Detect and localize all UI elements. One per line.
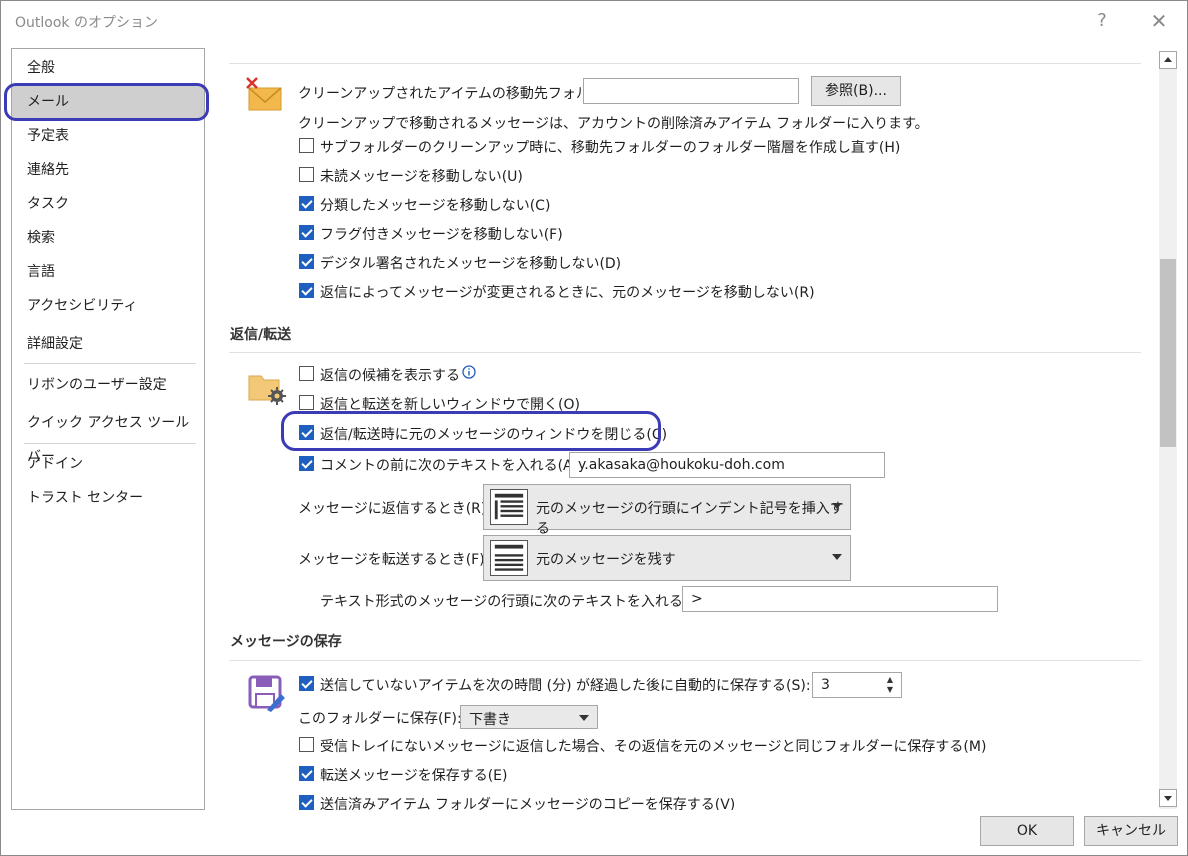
option-label: コメントの前に次のテキストを入れる(A): (320, 458, 583, 474)
comment-prefix-input[interactable]: y.akasaka@houkoku-doh.com (569, 452, 885, 478)
option-label: 分類したメッセージを移動しない(C) (320, 198, 551, 214)
checkbox-save-forwarded[interactable] (299, 766, 314, 781)
indent-marker-icon (490, 489, 528, 525)
checkbox-prefix-comments[interactable] (299, 456, 314, 471)
chevron-down-icon (832, 503, 842, 509)
sidebar-item-calendar[interactable]: 予定表 (12, 119, 204, 153)
browse-button[interactable]: 参照(B)... (811, 76, 901, 106)
checkbox-skip-categorized[interactable] (299, 196, 314, 211)
reply-mode-value: 元のメッセージの行頭にインデント記号を挿入する (536, 501, 844, 537)
save-disk-icon (248, 675, 285, 712)
prefix-text-label: テキスト形式のメッセージの行頭に次のテキストを入れる(P): (320, 594, 707, 610)
forward-mode-select[interactable]: 元のメッセージを残す (483, 535, 851, 581)
sidebar-item-language[interactable]: 言語 (12, 255, 204, 289)
checkbox-skip-flagged[interactable] (299, 225, 314, 240)
scroll-down-icon[interactable] (1159, 789, 1177, 807)
folder-gear-icon (248, 375, 286, 405)
sidebar-item-quick-access-toolbar[interactable]: クイック アクセス ツール バー (12, 406, 204, 465)
autosave-label: 送信していないアイテムを次の時間 (分) が経過した後に自動的に保存する(S): (320, 678, 811, 694)
mail-options-panel: クリーンアップされたアイテムの移動先フォルダー: 参照(B)... クリーンアッ… (213, 48, 1157, 810)
save-folder-value: 下書き (469, 712, 511, 728)
section-divider (229, 352, 1141, 353)
option-label: 転送メッセージを保存する(E) (320, 768, 508, 784)
cleanup-envelope-icon (246, 77, 282, 111)
option-label: 送信済みアイテム フォルダーにメッセージのコピーを保存する(V) (320, 797, 736, 810)
scroll-up-icon[interactable] (1159, 51, 1177, 69)
cleanup-note: クリーンアップで移動されるメッセージは、アカウントの削除済みアイテム フォルダー… (298, 116, 929, 132)
section-heading-save-messages: メッセージの保存 (230, 634, 342, 650)
category-sidebar: 全般 メール 予定表 連絡先 タスク 検索 言語 アクセシビリティ 詳細設定 リ… (4, 48, 209, 810)
sidebar-item-tasks[interactable]: タスク (12, 187, 204, 221)
sidebar-item-contacts[interactable]: 連絡先 (12, 153, 204, 187)
sidebar-item-trust-center[interactable]: トラスト センター (12, 481, 204, 515)
options-dialog: Outlook のオプション ? ✕ 全般 メール 予定表 連絡先 タスク 検索… (0, 0, 1188, 856)
save-folder-label: このフォルダーに保存(F): (298, 711, 462, 727)
spin-down-icon[interactable]: ▼ (887, 685, 893, 694)
chevron-down-icon (579, 715, 589, 721)
checkbox-skip-modified-originals[interactable] (299, 283, 314, 298)
option-label: フラグ付きメッセージを移動しない(F) (320, 227, 563, 243)
option-label: 返信によってメッセージが変更されるときに、元のメッセージを移動しない(R) (320, 285, 815, 301)
option-label: 受信トレイにないメッセージに返信した場合、その返信を元のメッセージと同じフォルダ… (320, 739, 987, 755)
forward-mode-label: メッセージを転送するとき(F): (298, 552, 490, 568)
section-divider (229, 660, 1141, 661)
autosave-minutes-stepper[interactable]: 3 ▲ ▼ (812, 672, 902, 698)
info-icon[interactable] (462, 365, 476, 379)
option-label: サブフォルダーのクリーンアップ時に、移動先フォルダーのフォルダー階層を作成し直す… (320, 140, 901, 156)
checkbox-show-suggested-replies[interactable] (299, 366, 314, 381)
annotation-ring (281, 411, 661, 451)
close-icon[interactable]: ✕ (1144, 7, 1174, 35)
sidebar-item-general[interactable]: 全般 (12, 51, 204, 85)
prefix-text-input[interactable]: > (682, 586, 998, 612)
scroll-thumb[interactable] (1160, 259, 1176, 447)
option-label: 返信の候補を表示する (320, 368, 460, 384)
sidebar-divider (24, 443, 196, 444)
section-heading-reply-forward: 返信/転送 (230, 327, 292, 343)
sidebar-item-search[interactable]: 検索 (12, 221, 204, 255)
sidebar-divider (24, 363, 196, 364)
autosave-minutes-value: 3 (821, 677, 830, 693)
vertical-scrollbar[interactable] (1159, 51, 1177, 809)
help-icon[interactable]: ? (1087, 7, 1117, 35)
checkbox-skip-signed[interactable] (299, 254, 314, 269)
spin-up-icon[interactable]: ▲ (887, 675, 893, 684)
cleanup-folder-input[interactable] (583, 78, 799, 104)
sidebar-item-customize-ribbon[interactable]: リボンのユーザー設定 (12, 368, 204, 402)
reply-mode-select[interactable]: 元のメッセージの行頭にインデント記号を挿入する (483, 484, 851, 537)
checkbox-save-sent-copies[interactable] (299, 795, 314, 810)
checkbox-save-reply-with-original[interactable] (299, 737, 314, 752)
sidebar-item-accessibility[interactable]: アクセシビリティ (12, 289, 204, 323)
save-folder-select[interactable]: 下書き (460, 705, 598, 729)
reply-mode-label: メッセージに返信するとき(R): (298, 501, 492, 517)
forward-mode-value: 元のメッセージを残す (536, 552, 676, 568)
cleanup-folder-label: クリーンアップされたアイテムの移動先フォルダー: (298, 86, 623, 102)
sidebar-item-addins[interactable]: アドイン (12, 447, 204, 481)
ok-button[interactable]: OK (980, 816, 1074, 846)
section-divider (229, 63, 1141, 64)
window-title: Outlook のオプション (15, 15, 158, 31)
title-bar: Outlook のオプション ? ✕ (1, 1, 1187, 41)
checkbox-recreate-hierarchy[interactable] (299, 138, 314, 153)
checkbox-skip-unread[interactable] (299, 167, 314, 182)
cancel-button[interactable]: キャンセル (1084, 816, 1178, 846)
include-original-icon (490, 540, 528, 576)
annotation-ring (4, 83, 209, 121)
sidebar-item-advanced[interactable]: 詳細設定 (12, 327, 204, 361)
option-label: 未読メッセージを移動しない(U) (320, 169, 523, 185)
chevron-down-icon (832, 554, 842, 560)
checkbox-open-in-new-window[interactable] (299, 395, 314, 410)
option-label: デジタル署名されたメッセージを移動しない(D) (320, 256, 622, 272)
checkbox-autosave[interactable] (299, 676, 314, 691)
